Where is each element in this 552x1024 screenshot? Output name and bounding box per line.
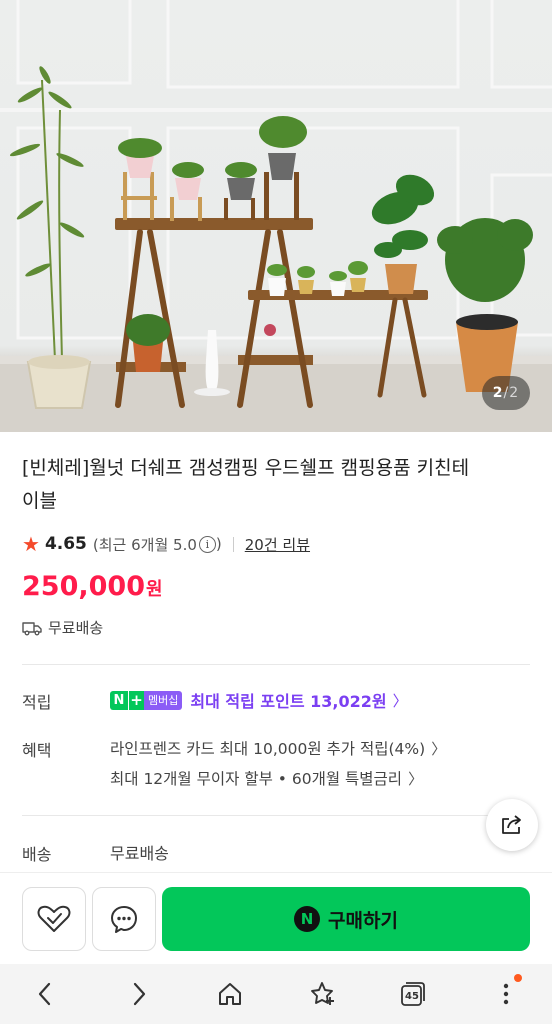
product-title: [빈체레]월넛 더쉐프 갬성캠핑 우드쉘프 캠핑용품 키친테이블 xyxy=(22,457,470,512)
truck-icon xyxy=(22,621,42,635)
chevron-right-icon: 〉 xyxy=(431,739,447,758)
purchase-action-bar: N 구매하기 xyxy=(0,872,552,964)
product-photo-illustration xyxy=(0,0,552,432)
more-icon xyxy=(503,983,509,1005)
buy-button-label: 구매하기 xyxy=(328,909,398,932)
points-label: 적립 xyxy=(22,693,52,712)
npay-membership-badge: N + 멤버십 xyxy=(110,690,183,710)
bookmark-button[interactable] xyxy=(304,976,340,1012)
divider xyxy=(232,536,234,552)
wishlist-button[interactable] xyxy=(22,887,86,951)
delivery-label: 배송 xyxy=(22,845,52,864)
shipping-text: 무료배송 xyxy=(48,619,104,637)
forward-button[interactable] xyxy=(121,976,157,1012)
npay-membership-text: 멤버십 xyxy=(144,690,183,710)
image-counter-total: 2 xyxy=(509,385,520,401)
buy-button[interactable]: N 구매하기 xyxy=(162,887,530,951)
chat-icon xyxy=(111,906,137,933)
home-icon xyxy=(219,983,241,1005)
browser-navigation-bar: 45 xyxy=(0,964,552,1024)
info-icon[interactable]: i xyxy=(198,535,216,553)
benefit-card-link[interactable]: 라인프렌즈 카드 최대 10,000원 추가 적립(4%) 〉 xyxy=(110,737,446,759)
back-button[interactable] xyxy=(27,976,63,1012)
image-counter-current: 2 xyxy=(492,385,504,401)
delivery-value: 무료배송 xyxy=(110,844,169,863)
naver-n-icon: N xyxy=(294,906,321,932)
benefit-installment-text: 최대 12개월 무이자 할부 • 60개월 특별금리 xyxy=(110,770,403,788)
tabs-count: 45 xyxy=(405,990,419,1002)
rating-recent[interactable]: (최근 6개월 5.0 i ) xyxy=(93,534,222,555)
reviews-link[interactable]: 20건 리뷰 xyxy=(245,534,310,555)
chevron-right-icon: 〉 xyxy=(392,691,408,710)
home-button[interactable] xyxy=(212,976,248,1012)
shipping-summary: 무료배송 xyxy=(22,617,103,638)
tabs-button[interactable]: 45 xyxy=(395,976,431,1012)
benefit-label: 혜택 xyxy=(22,741,52,760)
npay-n-mark: N xyxy=(110,690,128,710)
price-unit: 원 xyxy=(145,579,163,600)
bookmark-star-icon xyxy=(311,982,334,1005)
points-text: 최대 적립 포인트 13,022원 xyxy=(190,692,387,711)
product-image[interactable]: 2 / 2 xyxy=(0,0,552,432)
points-link[interactable]: N + 멤버십 최대 적립 포인트 13,022원 〉 xyxy=(110,688,408,712)
npay-plus-mark: + xyxy=(128,690,144,710)
rating-score: 4.65 xyxy=(44,534,87,554)
section-divider xyxy=(22,664,530,665)
rating-recent-text: (최근 6개월 5.0 xyxy=(92,535,197,554)
heart-check-icon xyxy=(37,905,71,932)
chevron-right-icon: 〉 xyxy=(408,769,424,788)
rating-recent-close: ) xyxy=(215,535,222,553)
benefit-installment-link[interactable]: 최대 12개월 무이자 할부 • 60개월 특별금리 〉 xyxy=(110,767,423,789)
price-number: 250,000 xyxy=(22,571,145,602)
share-icon xyxy=(502,815,521,834)
more-menu-button[interactable] xyxy=(488,974,524,1012)
talk-button[interactable] xyxy=(92,887,156,951)
back-icon xyxy=(38,982,51,1006)
price: 250,000 원 xyxy=(22,571,163,602)
forward-icon xyxy=(133,982,146,1006)
share-button[interactable] xyxy=(486,799,538,851)
star-icon: ★ xyxy=(22,532,40,556)
benefit-card-text: 라인프렌즈 카드 최대 10,000원 추가 적립(4%) xyxy=(110,740,426,758)
image-counter: 2 / 2 xyxy=(482,376,530,410)
rating-row: ★ 4.65 (최근 6개월 5.0 i ) 20건 리뷰 xyxy=(22,530,310,558)
section-divider xyxy=(22,815,530,816)
notification-dot xyxy=(514,974,522,982)
